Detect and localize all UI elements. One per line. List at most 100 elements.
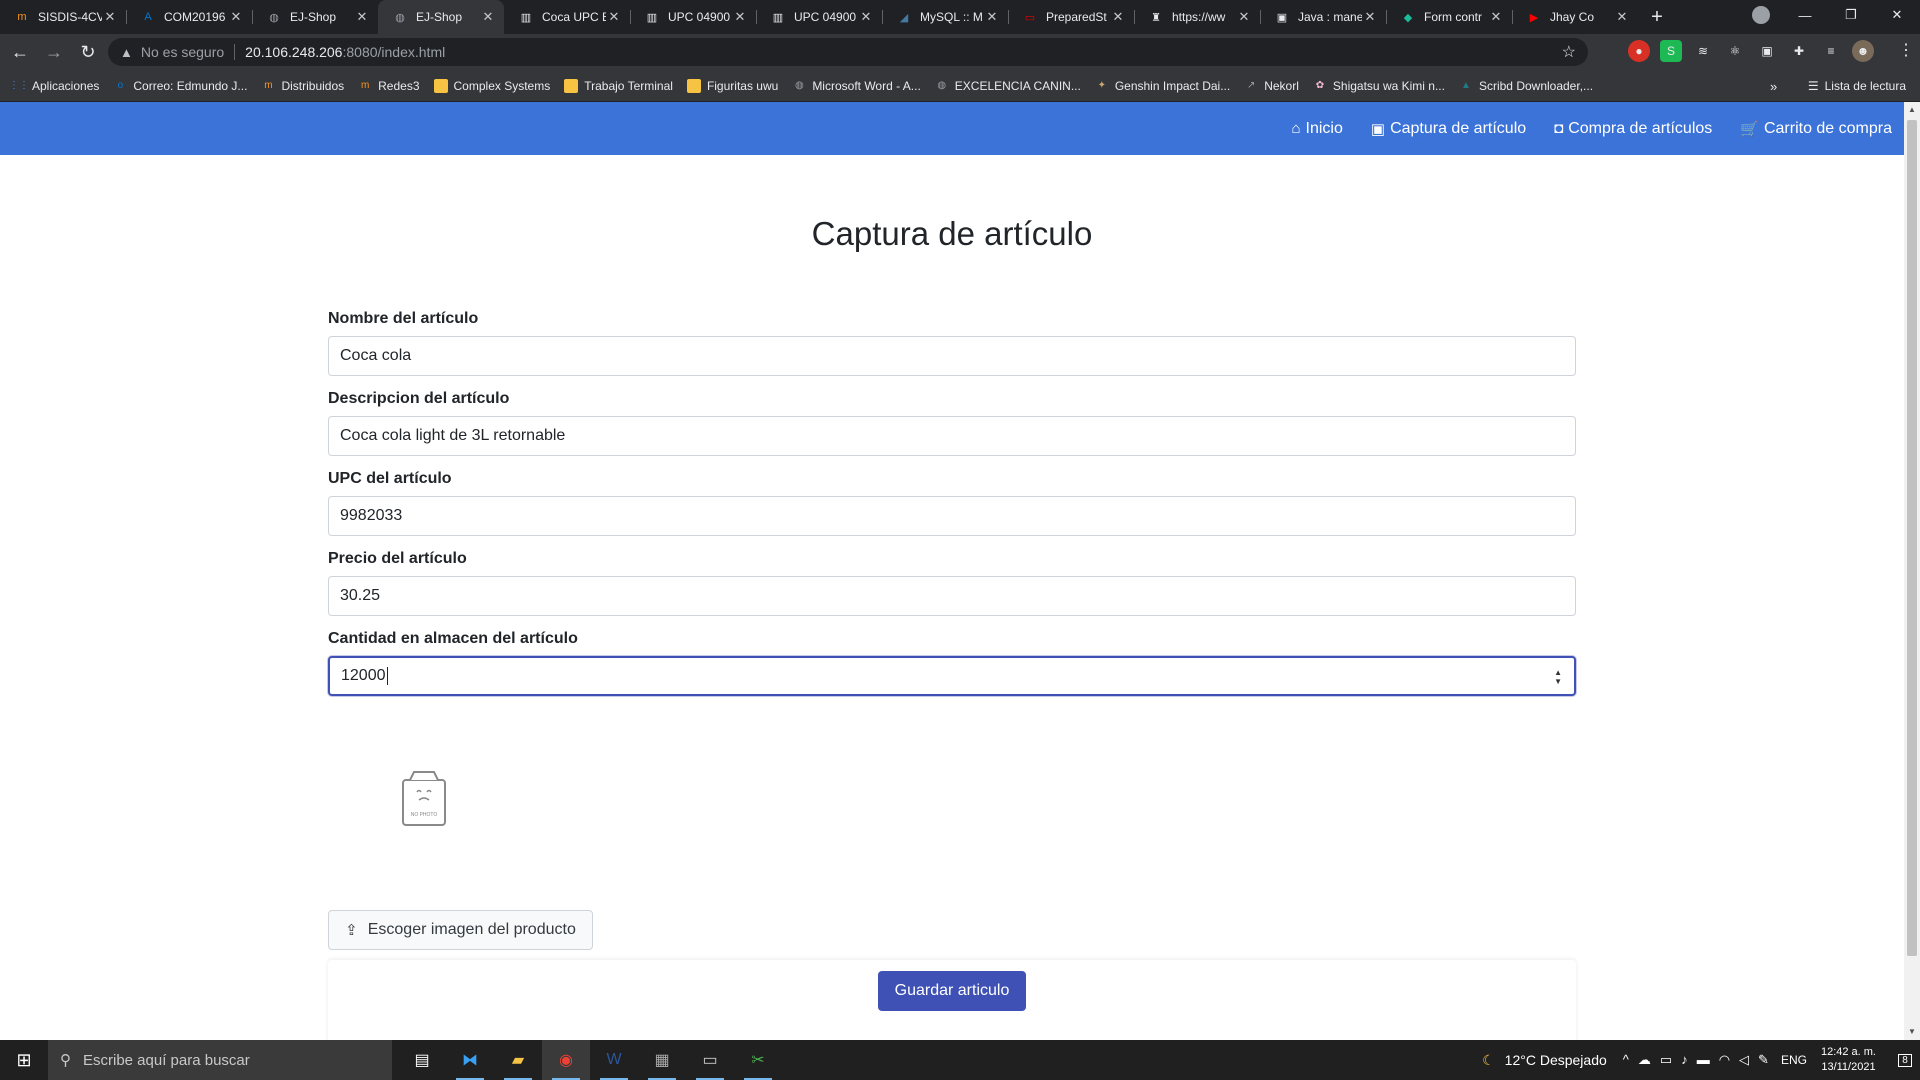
number-spinner-icon[interactable]: ▲ ▼ [1554, 668, 1562, 686]
snipping-tool-icon[interactable]: ✂ [734, 1040, 782, 1080]
task-view-icon[interactable]: ▤ [398, 1040, 446, 1080]
nav-link[interactable]: ▣ Captura de artículo [1371, 120, 1526, 138]
vscode-icon[interactable]: ⧓ [446, 1040, 494, 1080]
zip-extension-icon[interactable]: ≋ [1692, 40, 1714, 62]
microphone-icon[interactable]: ♪ [1681, 1052, 1688, 1068]
shopping-bag-icon: ◘ [1554, 120, 1564, 137]
back-icon[interactable]: ← [6, 38, 34, 66]
close-tab-icon[interactable]: ✕ [606, 9, 622, 25]
pen-icon[interactable]: ✎ [1758, 1052, 1769, 1068]
close-tab-icon[interactable]: ✕ [228, 9, 244, 25]
quantity-input[interactable]: 12000 ▲ ▼ [328, 656, 1576, 696]
new-tab-button[interactable]: + [1642, 0, 1672, 34]
browser-tab[interactable]: m SISDIS-4CV ✕ [0, 0, 126, 34]
scroll-up-icon[interactable]: ▲ [1904, 102, 1920, 118]
word-icon[interactable]: W [590, 1040, 638, 1080]
browser-tab[interactable]: ▭ PreparedSt ✕ [1008, 0, 1134, 34]
notification-center-icon[interactable]: 8 [1890, 1040, 1920, 1080]
chrome-menu-icon[interactable]: ⋮ [1898, 40, 1914, 60]
restore-icon[interactable]: ❐ [1828, 0, 1874, 30]
browser-tab[interactable]: ◍ EJ-Shop ✕ [378, 0, 504, 34]
browser-tab[interactable]: ▥ Coca UPC E ✕ [504, 0, 630, 34]
bookmark-item[interactable]: ↗ Nekorl [1244, 79, 1299, 93]
tab-search-icon[interactable] [1752, 6, 1770, 24]
green-extension-icon[interactable]: S [1660, 40, 1682, 62]
close-window-icon[interactable]: ✕ [1874, 0, 1920, 30]
browser-tab[interactable]: ▣ Java : mane ✕ [1260, 0, 1386, 34]
page-scrollbar[interactable]: ▲ ▼ [1904, 102, 1920, 1040]
meet-icon[interactable]: ▭ [1660, 1052, 1672, 1068]
browser-tab[interactable]: ◍ EJ-Shop ✕ [252, 0, 378, 34]
nav-link[interactable]: ⌂ Inicio [1291, 120, 1342, 138]
minimize-icon[interactable]: — [1782, 0, 1828, 30]
windows-start-icon[interactable]: ⊞ [0, 1040, 48, 1080]
save-article-button[interactable]: Guardar articulo [878, 971, 1026, 1011]
close-tab-icon[interactable]: ✕ [354, 9, 370, 25]
bookmark-star-icon[interactable]: ☆ [1562, 42, 1576, 62]
address-bar[interactable]: ▲ No es seguro 20.106.248.206 :8080/inde… [108, 38, 1588, 66]
bookmark-item[interactable]: Complex Systems [433, 78, 550, 93]
close-tab-icon[interactable]: ✕ [1110, 9, 1126, 25]
language-indicator[interactable]: ENG [1781, 1053, 1807, 1067]
reading-list-button[interactable]: ☰ Lista de lectura [1808, 70, 1906, 102]
browser-tab[interactable]: A COM20196 ✕ [126, 0, 252, 34]
extensions-puzzle-icon[interactable]: ✚ [1788, 40, 1810, 62]
close-tab-icon[interactable]: ✕ [1488, 9, 1504, 25]
text-input[interactable]: 30.25 [328, 576, 1576, 616]
close-tab-icon[interactable]: ✕ [984, 9, 1000, 25]
terminal-icon[interactable]: ▭ [686, 1040, 734, 1080]
forward-icon[interactable]: → [40, 38, 68, 66]
nav-link[interactable]: ◘ Compra de artículos [1554, 120, 1712, 138]
text-input[interactable]: Coca cola [328, 336, 1576, 376]
calculator-icon[interactable]: ▦ [638, 1040, 686, 1080]
react-devtools-icon[interactable]: ⚛ [1724, 40, 1746, 62]
browser-tab[interactable]: ▥ UPC 04900 ✕ [756, 0, 882, 34]
profile-avatar[interactable]: ☻ [1852, 40, 1874, 62]
weather-widget[interactable]: ☾ 12°C Despejado [1482, 1052, 1607, 1069]
close-tab-icon[interactable]: ✕ [1236, 9, 1252, 25]
bookmark-label: Distribuidos [281, 78, 345, 93]
nav-link[interactable]: 🛒 Carrito de compra [1740, 120, 1892, 138]
bookmark-item[interactable]: ⋮⋮ Aplicaciones [9, 79, 99, 93]
close-tab-icon[interactable]: ✕ [732, 9, 748, 25]
browser-tab[interactable]: ◆ Form contr ✕ [1386, 0, 1512, 34]
chrome-icon[interactable]: ◉ [542, 1040, 590, 1080]
close-tab-icon[interactable]: ✕ [1614, 9, 1630, 25]
text-input[interactable]: 9982033 [328, 496, 1576, 536]
browser-tab[interactable]: ▥ UPC 04900 ✕ [630, 0, 756, 34]
browser-tab[interactable]: ▶ Jhay Co ✕ [1512, 0, 1638, 34]
bookmark-item[interactable]: o Correo: Edmundo J... [113, 79, 248, 93]
browser-tab[interactable]: ◢ MySQL :: M ✕ [882, 0, 1008, 34]
onedrive-icon[interactable]: ☁ [1638, 1052, 1651, 1068]
file-explorer-icon[interactable]: ▰ [494, 1040, 542, 1080]
close-tab-icon[interactable]: ✕ [102, 9, 118, 25]
bookmark-item[interactable]: ◍ Microsoft Word - A... [792, 79, 921, 93]
clock[interactable]: 12:42 a. m. 13/11/2021 [1821, 1045, 1876, 1075]
tab-manager-extension-icon[interactable]: ▣ [1756, 40, 1778, 62]
bookmark-item[interactable]: m Distribuidos [261, 79, 344, 93]
text-input[interactable]: Coca cola light de 3L retornable [328, 416, 1576, 456]
reload-icon[interactable]: ↻ [74, 38, 102, 66]
wifi-icon[interactable]: ◠ [1719, 1052, 1730, 1068]
close-tab-icon[interactable]: ✕ [858, 9, 874, 25]
battery-icon[interactable]: ▬ [1697, 1052, 1710, 1068]
bookmark-item[interactable]: ▲ Scribd Downloader,... [1459, 79, 1593, 93]
bookmarks-overflow-icon[interactable]: » [1770, 70, 1777, 102]
taskbar-search[interactable]: ⚲ Escribe aquí para buscar [48, 1040, 392, 1080]
bookmark-item[interactable]: Figuritas uwu [686, 78, 778, 93]
adblock-extension-icon[interactable]: ● [1628, 40, 1650, 62]
bookmark-item[interactable]: ✿ Shigatsu wa Kimi n... [1313, 79, 1445, 93]
bookmark-item[interactable]: Trabajo Terminal [564, 78, 673, 93]
media-control-icon[interactable]: ≡ [1820, 40, 1842, 62]
browser-tab[interactable]: ♜ https://ww ✕ [1134, 0, 1260, 34]
choose-image-button[interactable]: ⇪ Escoger imagen del producto [328, 910, 593, 950]
close-tab-icon[interactable]: ✕ [480, 9, 496, 25]
bookmark-item[interactable]: ✦ Genshin Impact Dai... [1095, 79, 1231, 93]
bookmark-item[interactable]: m Redes3 [358, 79, 420, 93]
scrollbar-thumb[interactable] [1907, 120, 1917, 956]
scroll-down-icon[interactable]: ▼ [1904, 1024, 1920, 1040]
volume-icon[interactable]: ◁ [1739, 1052, 1749, 1068]
show-hidden-icons-icon[interactable]: ^ [1623, 1052, 1629, 1068]
bookmark-item[interactable]: ◍ EXCELENCIA CANIN... [935, 79, 1080, 93]
close-tab-icon[interactable]: ✕ [1362, 9, 1378, 25]
